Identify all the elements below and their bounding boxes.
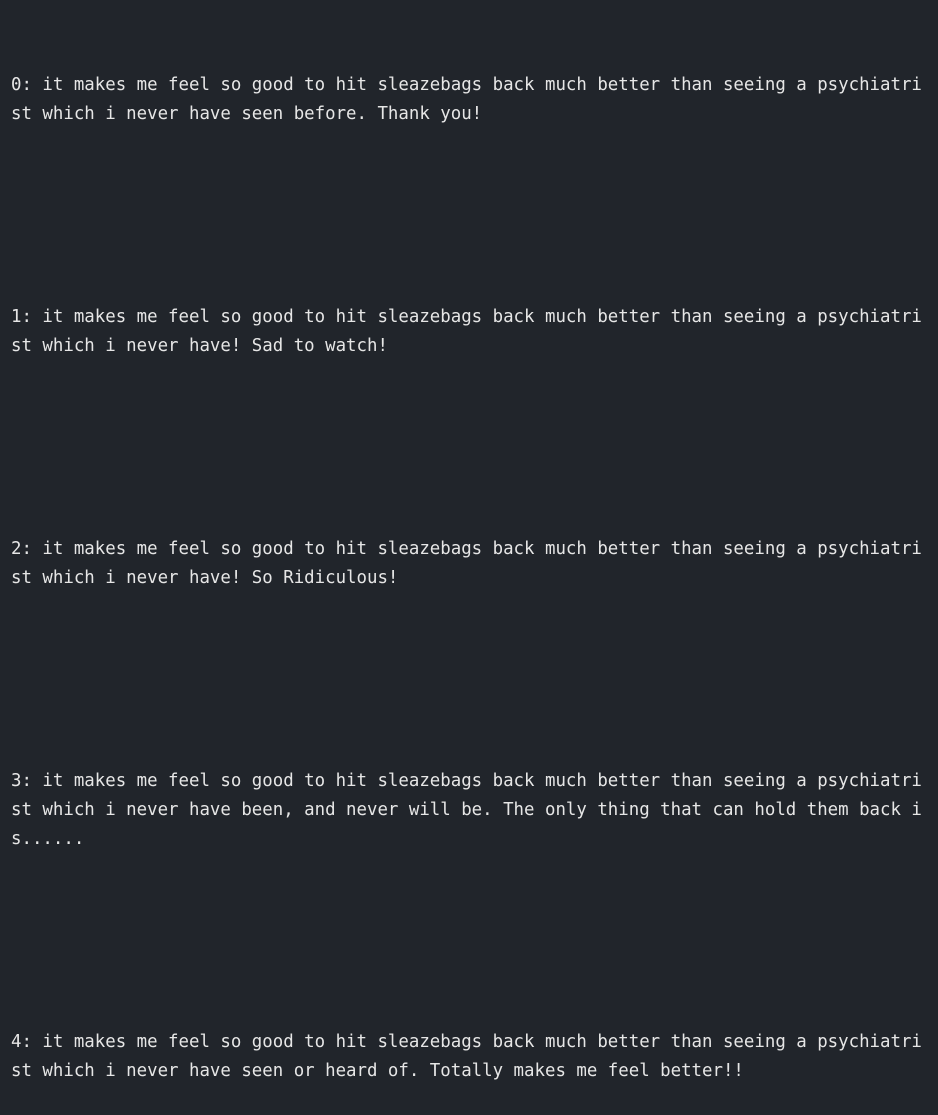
output-line-2: 2: it makes me feel so good to hit sleaz… xyxy=(11,539,922,588)
output-line-0: 0: it makes me feel so good to hit sleaz… xyxy=(11,75,922,124)
output-line-1: 1: it makes me feel so good to hit sleaz… xyxy=(11,307,922,356)
output-line-4: 4: it makes me feel so good to hit sleaz… xyxy=(11,1032,922,1081)
output-line-3: 3: it makes me feel so good to hit sleaz… xyxy=(11,771,922,849)
text-output-panel: 0: it makes me feel so good to hit sleaz… xyxy=(11,13,927,1115)
